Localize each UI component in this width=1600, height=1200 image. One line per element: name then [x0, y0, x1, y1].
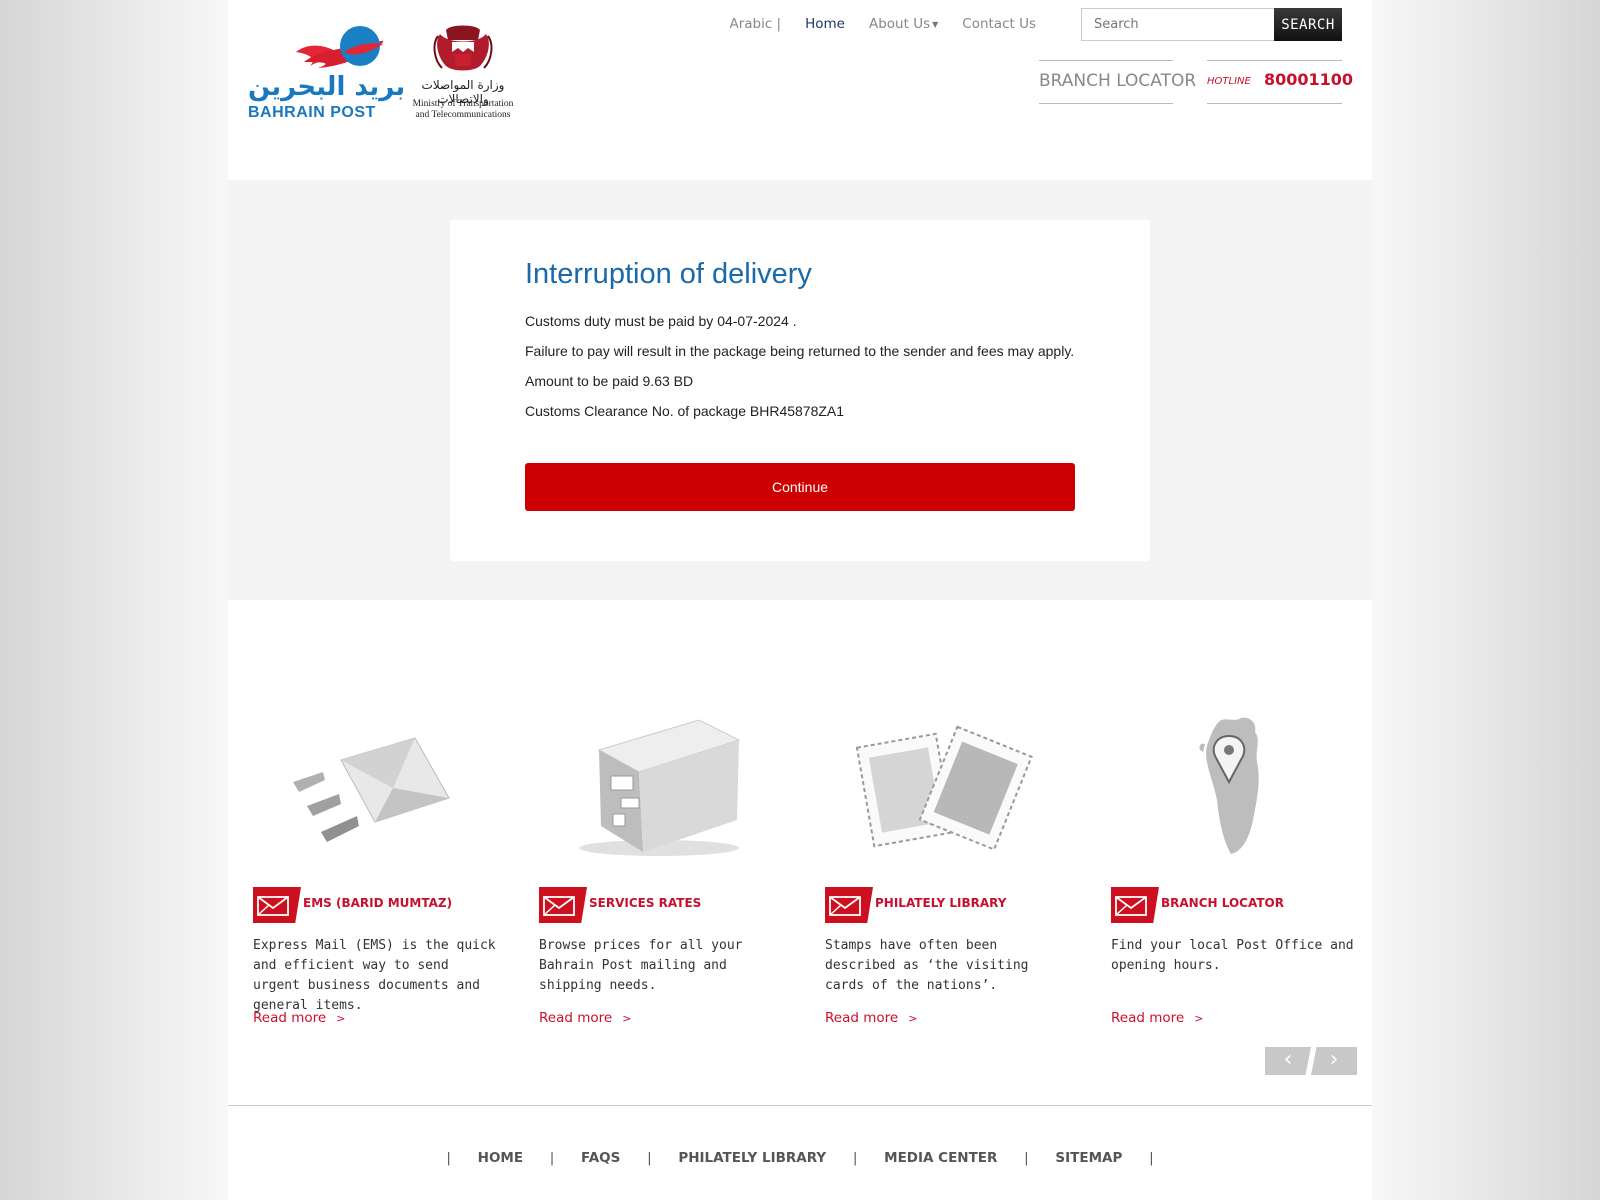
site-footer: | HOME | FAQS | PHILATELY LIBRARY | MEDI…: [228, 1105, 1372, 1200]
hotline-number[interactable]: 80001100: [1264, 70, 1353, 89]
hotline-label: HOTLINE: [1207, 76, 1251, 87]
service-card-philately: PHILATELY LIBRARY Stamps have often been…: [825, 600, 1085, 1030]
alert-due-date: Customs duty must be paid by 04-07-2024 …: [525, 313, 797, 329]
search-button[interactable]: SEARCH: [1274, 8, 1342, 41]
service-card-rates: SERVICES RATES Browse prices for all you…: [539, 600, 799, 1030]
ministry-logo[interactable]: وزارة المواصلات والاتصالات Ministry of T…: [408, 22, 518, 122]
mail-tab-icon: [825, 887, 873, 923]
search-input[interactable]: [1081, 8, 1274, 41]
carousel-next-button[interactable]: ›: [1311, 1047, 1357, 1075]
footer-link-philately-library[interactable]: PHILATELY LIBRARY: [678, 1150, 826, 1166]
nav-about-us[interactable]: About Us ▼: [869, 16, 938, 32]
chevron-right-icon: >: [908, 1012, 918, 1025]
footer-separator: |: [852, 1150, 858, 1166]
footer-link-media-center[interactable]: MEDIA CENTER: [884, 1150, 997, 1166]
footer-link-home[interactable]: HOME: [478, 1150, 523, 1166]
chevron-right-icon: >: [622, 1012, 632, 1025]
logo-arabic-text: بريد البحرين: [248, 72, 406, 102]
ministry-english-line2: and Telecommunications: [415, 110, 511, 120]
service-description: Browse prices for all your Bahrain Post …: [539, 938, 743, 993]
read-more-link[interactable]: Read more >: [825, 1010, 917, 1026]
site-header: بريد البحرين BAHRAIN POST وزارة المواصلا…: [228, 0, 1372, 180]
service-card-ems: EMS (BARID MUMTAZ) Express Mail (EMS) is…: [253, 600, 513, 1030]
alert-amount: Amount to be paid 9.63 BD: [525, 373, 694, 389]
service-description: Find your local Post Office and opening …: [1111, 938, 1354, 973]
page: بريد البحرين BAHRAIN POST وزارة المواصلا…: [228, 0, 1372, 1200]
footer-link-sitemap[interactable]: SITEMAP: [1055, 1150, 1122, 1166]
nav-arabic[interactable]: Arabic |: [729, 16, 781, 32]
caret-down-icon: ▼: [932, 19, 939, 29]
nav-home[interactable]: Home: [805, 16, 845, 32]
service-title[interactable]: PHILATELY LIBRARY: [875, 896, 1006, 910]
read-more-link[interactable]: Read more >: [539, 1010, 631, 1026]
footer-separator: |: [446, 1150, 451, 1166]
hotline: HOTLINE 80001100: [1207, 60, 1353, 104]
nav-about-us-label: About Us: [868, 16, 931, 32]
service-card-branch-locator: BRANCH LOCATOR Find your local Post Offi…: [1111, 600, 1371, 1030]
service-description: Express Mail (EMS) is the quick and effi…: [253, 938, 496, 1013]
read-more-link[interactable]: Read more >: [1111, 1010, 1203, 1026]
continue-button[interactable]: Continue: [525, 463, 1075, 511]
mail-tab-icon: [539, 887, 587, 923]
alert-warning: Failure to pay will result in the packag…: [525, 343, 1075, 359]
footer-separator: |: [549, 1150, 555, 1166]
service-title[interactable]: BRANCH LOCATOR: [1161, 896, 1284, 910]
bahrain-post-logo[interactable]: بريد البحرين BAHRAIN POST: [248, 22, 405, 122]
chevron-right-icon: >: [336, 1012, 346, 1025]
read-more-label: Read more: [1111, 1010, 1185, 1026]
alert-title: Interruption of delivery: [525, 258, 812, 290]
ministry-english-line1: Ministry of Transportation: [412, 99, 514, 109]
services-carousel: EMS (BARID MUMTAZ) Express Mail (EMS) is…: [228, 600, 1372, 1105]
read-more-link[interactable]: Read more >: [253, 1010, 345, 1026]
alert-clearance-number: Customs Clearance No. of package BHR4587…: [525, 403, 845, 419]
mail-tab-icon: [253, 887, 301, 923]
envelope-illustration-icon: [293, 737, 450, 842]
footer-separator: |: [1149, 1150, 1154, 1166]
alert-section: Interruption of delivery Customs duty mu…: [228, 180, 1372, 600]
read-more-label: Read more: [253, 1010, 327, 1026]
top-navigation: Arabic | Home About Us ▼ Contact Us: [705, 16, 1036, 32]
branch-locator-link[interactable]: BRANCH LOCATOR: [1039, 60, 1196, 104]
parcel-box-illustration-icon: [579, 719, 741, 856]
logo-english-text: BAHRAIN POST: [248, 104, 376, 121]
service-description: Stamps have often been described as ‘the…: [825, 938, 1029, 993]
footer-separator: |: [1024, 1150, 1029, 1166]
delivery-alert-card: Interruption of delivery Customs duty mu…: [450, 220, 1150, 561]
read-more-label: Read more: [825, 1010, 899, 1026]
carousel-controls: ‹ ›: [1265, 1047, 1357, 1075]
carousel-prev-button[interactable]: ‹: [1265, 1047, 1311, 1075]
mail-tab-icon: [1111, 887, 1159, 923]
service-title[interactable]: EMS (BARID MUMTAZ): [303, 896, 452, 910]
chevron-right-icon: >: [1194, 1012, 1204, 1025]
post-bird-icon: [296, 26, 386, 68]
coat-of-arms-icon: [433, 25, 493, 71]
footer-navigation: | HOME | FAQS | PHILATELY LIBRARY | MEDI…: [228, 1150, 1372, 1166]
service-title[interactable]: SERVICES RATES: [589, 896, 701, 910]
footer-separator: |: [647, 1150, 652, 1166]
map-pin-illustration-icon: [1199, 717, 1259, 854]
read-more-label: Read more: [539, 1010, 613, 1026]
nav-contact-us[interactable]: Contact Us: [962, 16, 1036, 32]
stamps-illustration-icon: [855, 725, 1033, 851]
footer-link-faqs[interactable]: FAQS: [581, 1150, 620, 1166]
